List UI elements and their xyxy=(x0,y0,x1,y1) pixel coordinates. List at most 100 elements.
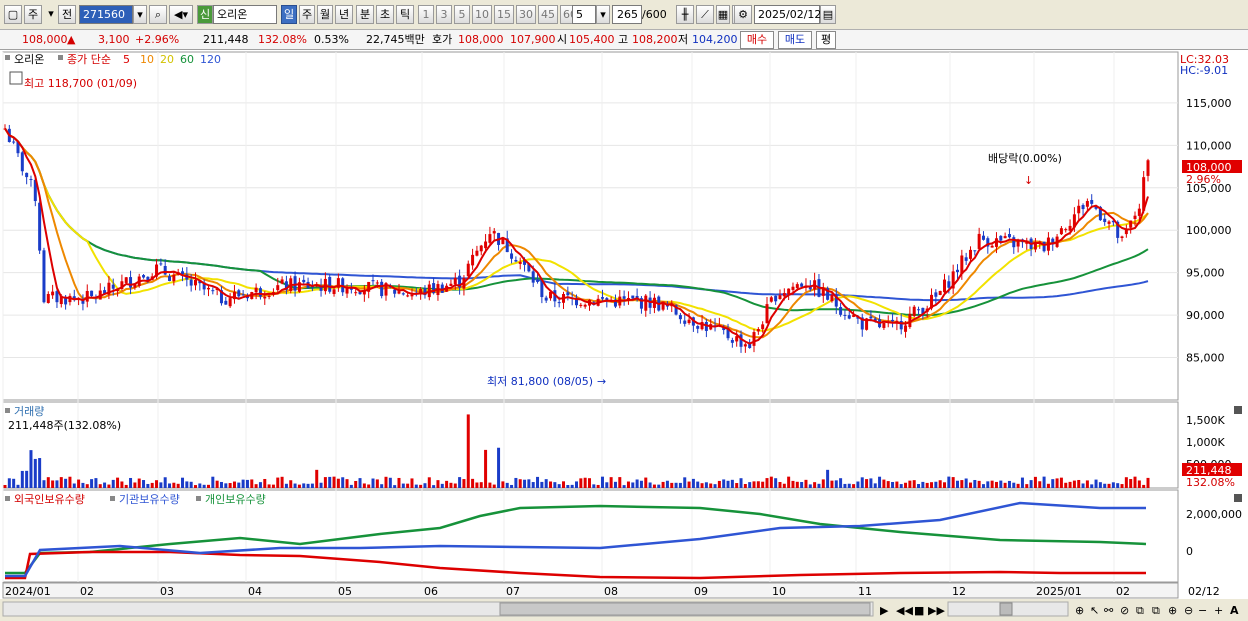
volume-bar xyxy=(1025,484,1029,488)
cursor-icon[interactable]: ↖ xyxy=(1090,604,1099,617)
volume-bar xyxy=(323,477,327,488)
prev-button[interactable]: 전 xyxy=(58,5,76,24)
volume-bar xyxy=(709,483,713,488)
minus-icon[interactable]: − xyxy=(1198,604,1207,617)
volume-bar xyxy=(834,480,838,488)
volume-bar xyxy=(1116,483,1120,488)
candle-body xyxy=(743,344,747,347)
crosshair-icon[interactable]: ⊕ xyxy=(1075,604,1084,617)
tab-second[interactable]: 초 xyxy=(376,5,394,24)
close-pane-icon[interactable] xyxy=(1234,406,1242,414)
stock-name-field[interactable]: 오리온 xyxy=(213,5,277,24)
tab-day[interactable]: 일 xyxy=(281,5,297,24)
chart-canvas[interactable]: 오리온 종가 단순 5 10 20 60 120 LC:32.03 HC:-9.… xyxy=(0,50,1248,621)
volume-bar xyxy=(1094,479,1098,488)
volume-bar xyxy=(510,484,514,488)
print-icon[interactable]: ▦ xyxy=(716,5,730,24)
stock-code-input[interactable]: 271560 xyxy=(79,5,133,24)
scroll-right-icon[interactable]: ▶ xyxy=(880,604,889,617)
legend-ma60: 60 xyxy=(180,53,194,66)
minute-option-45[interactable]: 45 xyxy=(538,5,558,24)
volume-bar xyxy=(146,483,150,488)
volume-bar xyxy=(1042,476,1046,488)
date-input[interactable]: 2025/02/12 xyxy=(754,5,821,24)
dropdown-arrow-icon[interactable]: ▾ xyxy=(44,5,58,24)
calendar-icon[interactable]: ▤ xyxy=(820,5,836,24)
minute-option-1[interactable]: 1 xyxy=(418,5,434,24)
eval-button[interactable]: 평 xyxy=(816,31,836,49)
volume-bar xyxy=(683,477,687,488)
close-pane-icon[interactable] xyxy=(1234,494,1242,502)
zoom-slider-thumb[interactable] xyxy=(999,602,1013,616)
plus-icon[interactable]: + xyxy=(1214,604,1223,617)
tab-week[interactable]: 주 xyxy=(299,5,315,24)
volume-bar xyxy=(42,480,46,488)
volume-bar xyxy=(817,483,821,488)
minute-option-5[interactable]: 5 xyxy=(454,5,470,24)
candle-body xyxy=(293,276,297,291)
volume-bar xyxy=(462,479,466,488)
volume-bar xyxy=(631,482,635,488)
code-dropdown-icon[interactable]: ▾ xyxy=(133,5,147,24)
buy-button[interactable]: 매수 xyxy=(740,31,774,49)
count-input[interactable]: 265 xyxy=(612,5,642,24)
volume-bar xyxy=(401,483,405,488)
volume-bar xyxy=(232,481,236,488)
rewind-icon[interactable]: ◀◀ xyxy=(896,604,913,617)
low-label: 저 xyxy=(678,33,689,46)
search-icon[interactable]: ⌕ xyxy=(149,5,167,24)
stop-icon[interactable]: ■ xyxy=(914,604,924,617)
volume-bar xyxy=(778,481,782,488)
volume-bar xyxy=(912,480,916,488)
tab-month[interactable]: 월 xyxy=(317,5,333,24)
auto-scale-icon[interactable]: A xyxy=(1230,604,1239,617)
sell-button[interactable]: 매도 xyxy=(778,31,812,49)
interval-dropdown-icon[interactable]: ▾ xyxy=(596,5,610,24)
volume-bar xyxy=(85,484,89,488)
period-type-button[interactable]: 주 xyxy=(24,5,42,24)
compare-icon[interactable]: ⧉ xyxy=(1152,604,1160,617)
minute-option-10[interactable]: 10 xyxy=(472,5,492,24)
fast-forward-icon[interactable]: ▶▶ xyxy=(928,604,945,617)
candle-body xyxy=(735,336,739,342)
link-icon[interactable]: ⚯ xyxy=(1104,604,1114,617)
gear-icon[interactable]: ⚙ xyxy=(734,5,752,24)
legend-institution: 기관보유수량 xyxy=(119,493,180,506)
expand-icon[interactable] xyxy=(9,71,23,85)
zoom-out-icon[interactable]: ⊖ xyxy=(1184,604,1193,617)
tab-tick[interactable]: 틱 xyxy=(396,5,414,24)
volume-bar xyxy=(488,482,492,488)
volume-bar xyxy=(938,480,942,488)
volume-bar xyxy=(691,478,695,488)
interval-input[interactable]: 5 xyxy=(572,5,596,24)
window-icon[interactable]: ▢ xyxy=(4,5,22,24)
line-tool-icon[interactable]: ⟋ xyxy=(696,5,714,24)
tab-minute[interactable]: 분 xyxy=(356,5,374,24)
candle-body xyxy=(280,279,284,284)
volume-bar xyxy=(77,479,81,488)
tab-year[interactable]: 년 xyxy=(335,5,353,24)
volume-bar xyxy=(419,484,423,488)
minute-option-30[interactable]: 30 xyxy=(516,5,536,24)
pin-icon[interactable]: ⊘ xyxy=(1120,604,1129,617)
volume-bar xyxy=(579,478,583,488)
minute-option-15[interactable]: 15 xyxy=(494,5,514,24)
candle-body xyxy=(968,249,972,259)
candle-icon[interactable]: ╫ xyxy=(676,5,694,24)
volume-bar xyxy=(349,484,353,488)
minute-option-3[interactable]: 3 xyxy=(436,5,452,24)
zoom-in-icon[interactable]: ⊕ xyxy=(1168,604,1177,617)
scrollbar-thumb[interactable] xyxy=(499,602,871,616)
volume-bar xyxy=(787,476,791,488)
copy-icon[interactable]: ⧉ xyxy=(1136,604,1144,617)
speaker-icon[interactable]: ◀▾ xyxy=(169,5,193,24)
candle-body xyxy=(393,289,397,294)
volume-bar xyxy=(583,477,587,488)
candle-body xyxy=(973,250,977,252)
candle-body xyxy=(600,297,604,299)
volume-bar xyxy=(994,481,998,488)
candle-body xyxy=(1107,221,1111,224)
volume-bar xyxy=(103,482,107,488)
x-axis-label: 08 xyxy=(604,585,618,598)
candle-body xyxy=(228,298,232,307)
